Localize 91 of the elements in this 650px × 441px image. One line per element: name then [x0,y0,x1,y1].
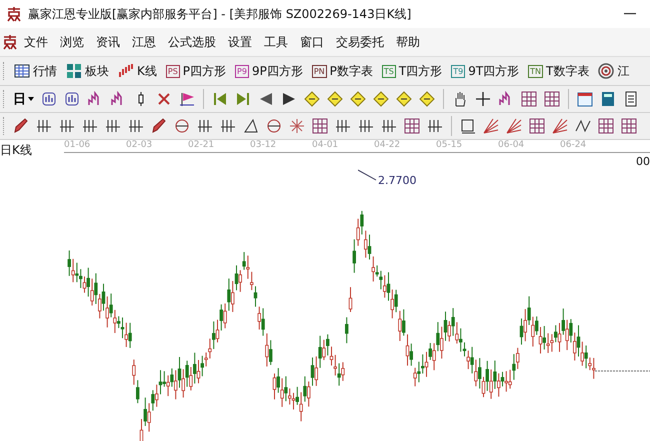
star-icon[interactable] [289,118,305,134]
grid-icon[interactable] [312,118,328,134]
pen-icon[interactable] [151,118,167,134]
lines-icon[interactable] [220,118,236,134]
crosshair-icon[interactable] [475,91,491,107]
logo-icon [2,34,18,50]
toolbar-button[interactable]: PN P数字表 [308,62,376,80]
diamond-arrow-icon[interactable] [350,91,366,107]
chart-title: 日K线 [0,142,33,159]
diamond-arrow-icon[interactable] [396,91,412,107]
toolbar-button[interactable]: 江 [595,62,632,80]
blocks-icon [66,63,82,79]
toolbar-button[interactable]: TN T数字表 [525,62,592,80]
skip-end-icon[interactable] [235,91,251,107]
toolbar-button[interactable]: T9 9T四方形 [448,62,522,80]
grid-icon[interactable] [404,118,420,134]
document-icon[interactable] [623,91,639,107]
grid-icon[interactable] [521,91,537,107]
diamond-arrow-icon[interactable] [327,91,343,107]
diamond-arrow-icon[interactable] [373,91,389,107]
window-title: 赢家江恩专业版[赢家内部服务平台] - [美邦服饰 SZ002269-143日K线] [28,6,412,22]
chart-icon[interactable] [41,91,57,107]
logo-icon [6,6,22,22]
diamond-arrow-icon[interactable] [419,91,435,107]
circle-icon[interactable] [174,118,190,134]
lines-icon[interactable] [36,118,52,134]
lines-icon[interactable] [128,118,144,134]
lines-icon[interactable] [105,118,121,134]
leader-line [358,169,378,181]
cross-mark-icon[interactable] [156,91,172,107]
price-label: 00 [636,155,650,168]
menu-item[interactable]: 窗口 [294,34,330,50]
period-dropdown[interactable]: 日 [11,90,36,108]
date-label: 03-12 [250,140,278,152]
toolbar-button[interactable]: PS P四方形 [162,62,230,80]
caret-icon [28,97,34,101]
toolbar-button[interactable]: 行情 [11,62,60,80]
lines-icon[interactable] [381,118,397,134]
pen-icon[interactable] [13,118,29,134]
right-arrow-icon[interactable] [281,91,297,107]
menu-item[interactable]: 工具 [258,34,294,50]
date-label: 06-24 [560,140,588,152]
menu-item[interactable]: 帮助 [390,34,426,50]
menu-item[interactable]: 江恩 [126,34,162,50]
calculator-icon[interactable] [600,91,616,107]
grid-icon[interactable] [529,118,545,134]
box-icon[interactable] [460,118,476,134]
lines-icon[interactable] [335,118,351,134]
table-icon [14,63,30,79]
menu-item[interactable]: 设置 [222,34,258,50]
lines-icon[interactable] [197,118,213,134]
date-label: 05-15 [436,140,464,152]
triangle-icon[interactable] [243,118,259,134]
calendar-icon[interactable] [577,91,593,107]
flag-icon[interactable] [179,91,195,107]
date-label: 06-04 [498,140,526,152]
toolbar-button[interactable]: 板块 [63,62,112,80]
date-label: 02-21 [188,140,216,152]
date-label: 04-22 [374,140,402,152]
diamond-arrow-icon[interactable] [304,91,320,107]
left-arrow-icon[interactable] [258,91,274,107]
target-icon [598,63,614,79]
menu-item[interactable]: 公式选股 [162,34,222,50]
minimize-icon[interactable] [624,13,636,15]
date-label: 02-03 [126,140,154,152]
lines-icon[interactable] [82,118,98,134]
lines-icon[interactable] [427,118,443,134]
menu-item[interactable]: 资讯 [90,34,126,50]
grid-icon[interactable] [621,118,637,134]
menu-item[interactable]: 文件 [18,34,54,50]
menu-item[interactable]: 交易委托 [330,34,390,50]
bar-chart-icon [118,63,134,79]
date-label: 04-01 [312,140,340,152]
zigzag-icon[interactable] [575,118,591,134]
toolbar-button[interactable]: TS T四方形 [378,62,446,80]
toolbar-button[interactable]: P9 9P四方形 [232,62,306,80]
menu-item[interactable]: 浏览 [54,34,90,50]
toolbar-button[interactable]: K线 [115,62,160,80]
fan-lines-icon[interactable] [552,118,568,134]
grid-icon[interactable] [544,91,560,107]
lines-icon[interactable] [59,118,75,134]
lines-icon[interactable] [358,118,374,134]
date-label: 01-06 [64,140,92,152]
grid-icon[interactable] [598,118,614,134]
circle-icon[interactable] [266,118,282,134]
chart-icon[interactable] [64,91,80,107]
price-line [594,370,650,372]
fan-lines-icon[interactable] [506,118,522,134]
skip-start-icon[interactable] [212,91,228,107]
price-label: 2.7700 [378,174,416,187]
fan-lines-icon[interactable] [483,118,499,134]
